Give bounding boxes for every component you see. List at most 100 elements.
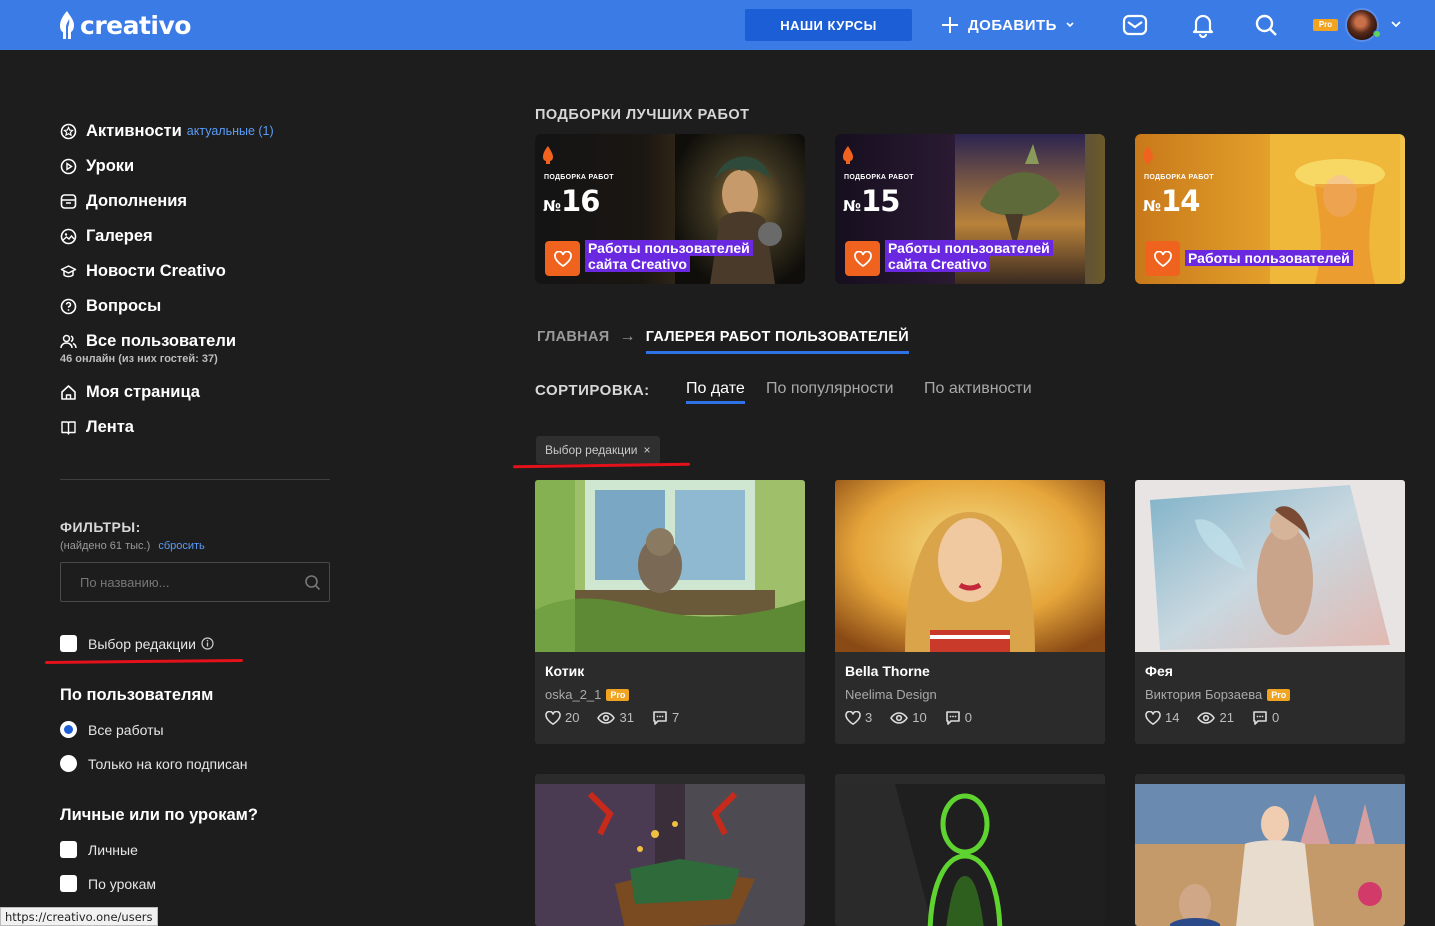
banner-mini-label: ПОДБОРКА РАБОТ (1144, 174, 1214, 181)
by-lessons-checkbox-row[interactable]: По урокам (60, 875, 156, 892)
sidebar-item-questions[interactable]: Вопросы (60, 293, 340, 319)
breadcrumb: ГЛАВНАЯ → ГАЛЕРЕЯ РАБОТ ПОЛЬЗОВАТЕЛЕЙ (537, 328, 910, 354)
card-stats: 14 21 0 (1145, 710, 1297, 725)
comments-stat[interactable]: 0 (945, 710, 972, 725)
artwork-thumbnail[interactable] (1135, 774, 1405, 926)
logo[interactable]: creativo (58, 8, 191, 42)
gallery-card: Фея Виктория Борзаева Pro 14 21 0 (1135, 480, 1405, 744)
gallery-card: Котик oska_2_1 Pro 20 31 7 (535, 480, 805, 744)
breadcrumb-current: ГАЛЕРЕЯ РАБОТ ПОЛЬЗОВАТЕЛЕЙ (645, 329, 910, 354)
bell-icon (1192, 14, 1214, 38)
artwork-thumbnail[interactable] (535, 480, 805, 652)
flame-logo-icon (60, 11, 74, 39)
filters-reset-link[interactable]: сбросить (158, 540, 204, 552)
add-dropdown[interactable]: ДОБАВИТЬ (940, 9, 1075, 41)
home-icon (61, 384, 76, 400)
checkbox-label: По урокам (88, 875, 156, 892)
gallery-card (1135, 774, 1405, 926)
card-title[interactable]: Bella Thorne (845, 663, 930, 679)
eye-icon (1197, 711, 1216, 724)
gallery-card (535, 774, 805, 926)
breadcrumb-home-link[interactable]: ГЛАВНАЯ (537, 329, 609, 345)
sidebar-item-feed[interactable]: Лента (60, 414, 340, 440)
filters-title: ФИЛЬТРЫ: (60, 519, 141, 535)
feed-icon (61, 420, 76, 435)
card-stats: 3 10 0 (845, 710, 990, 725)
artwork-thumbnail[interactable] (1135, 480, 1405, 652)
our-courses-button[interactable]: НАШИ КУРСЫ (745, 9, 912, 41)
flame-icon (1143, 146, 1153, 164)
search-icon[interactable] (304, 574, 321, 591)
banner-mini-label: ПОДБОРКА РАБОТ (544, 174, 614, 181)
collection-banner-14[interactable]: ПОДБОРКА РАБОТ №14 Работы пользователей (1135, 134, 1405, 284)
sidebar-item-addons[interactable]: Дополнения (60, 188, 340, 214)
eye-icon (890, 711, 909, 724)
activity-icon (60, 123, 77, 139)
card-author[interactable]: Виктория Борзаева Pro (1145, 687, 1291, 702)
sidebar-divider (60, 479, 330, 480)
collection-banner-15[interactable]: ПОДБОРКА РАБОТ №15 Работы пользователей с… (835, 134, 1105, 284)
artwork-thumbnail[interactable] (835, 774, 1105, 926)
filters-found-count: (найдено 61 тыс.) сбросить (60, 540, 205, 552)
banner-number: №16 (543, 184, 600, 218)
artwork-thumbnail[interactable] (535, 774, 805, 926)
views-stat: 10 (890, 710, 927, 725)
search-button[interactable] (1252, 11, 1280, 39)
notifications-button[interactable] (1189, 11, 1217, 39)
sidebar-item-all-users[interactable]: Все пользователи (60, 328, 340, 354)
sort-tab-popularity[interactable]: По популярности (766, 380, 894, 398)
radio-subscribed[interactable] (60, 755, 77, 772)
radio-label: Все работы (88, 721, 164, 738)
sidebar-item-gallery[interactable]: Галерея (60, 223, 340, 249)
addons-icon (60, 193, 77, 209)
by-lessons-checkbox[interactable] (60, 875, 77, 892)
remove-filter-icon[interactable]: × (643, 443, 650, 457)
artwork-thumbnail[interactable] (835, 480, 1105, 652)
profile-chevron-down-icon[interactable] (1390, 18, 1402, 30)
sidebar-item-activities[interactable]: Активности актуальные (1) (60, 118, 340, 144)
sidebar-item-my-page[interactable]: Моя страница (60, 379, 340, 405)
top-bar: creativo НАШИ КУРСЫ ДОБАВИТЬ Pro (0, 0, 1435, 50)
sidebar-item-label: Галерея (86, 226, 153, 245)
card-title[interactable]: Фея (1145, 663, 1173, 679)
sidebar-item-news[interactable]: Новости Creativo (60, 258, 340, 284)
messages-button[interactable] (1121, 11, 1149, 39)
personal-checkbox-row[interactable]: Личные (60, 841, 138, 858)
card-title[interactable]: Котик (545, 663, 584, 679)
found-count-text: (найдено 61 тыс.) (60, 540, 151, 552)
heart-icon (845, 710, 861, 725)
chevron-down-icon (1066, 22, 1074, 28)
likes-stat[interactable]: 14 (1145, 710, 1179, 725)
radio-subscribed-row[interactable]: Только на кого подписан (60, 755, 247, 772)
heart-icon (545, 710, 561, 725)
sort-tab-activity[interactable]: По активности (924, 380, 1032, 398)
users-icon (60, 334, 77, 348)
collection-banner-16[interactable]: ПОДБОРКА РАБОТ №16 Работы пользователей с… (535, 134, 805, 284)
editors-choice-checkbox[interactable] (60, 635, 77, 652)
likes-stat[interactable]: 20 (545, 710, 579, 725)
flame-icon (843, 146, 853, 164)
card-author[interactable]: oska_2_1 Pro (545, 687, 630, 702)
banner-caption: Работы пользователей сайта Creativo (585, 240, 753, 272)
radio-all-works[interactable] (60, 721, 77, 738)
checkbox-label: Личные (88, 841, 138, 858)
sort-tab-date[interactable]: По дате (686, 380, 745, 404)
info-icon[interactable] (201, 637, 214, 650)
radio-label: Только на кого подписан (88, 755, 248, 772)
banner-caption: Работы пользователей (1185, 250, 1353, 266)
title-search-input[interactable] (61, 563, 301, 601)
editors-choice-checkbox-row[interactable]: Выбор редакции (60, 635, 214, 652)
sidebar-item-lessons[interactable]: Уроки (60, 153, 340, 179)
status-bar-url: https://creativo.one/users (0, 907, 158, 926)
radio-all-works-row[interactable]: Все работы (60, 721, 164, 738)
comment-icon (945, 711, 960, 725)
card-author[interactable]: Neelima Design (845, 687, 937, 702)
likes-stat[interactable]: 3 (845, 710, 872, 725)
personal-checkbox[interactable] (60, 841, 77, 858)
activities-current-link[interactable]: актуальные (1) (187, 124, 274, 138)
comments-stat[interactable]: 7 (652, 710, 679, 725)
news-icon (60, 264, 77, 277)
comment-icon (653, 711, 667, 725)
active-filter-tag: Выбор редакции × (536, 436, 660, 464)
comments-stat[interactable]: 0 (1252, 710, 1279, 725)
